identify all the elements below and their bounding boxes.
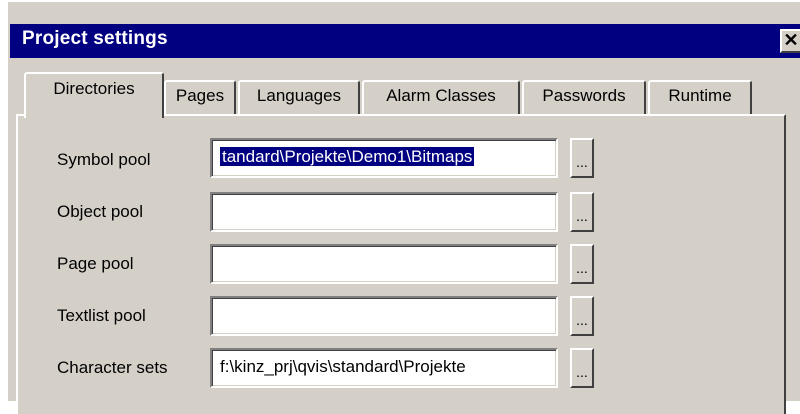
page-pool-field[interactable] bbox=[210, 244, 558, 284]
tab-strip: Directories Pages Languages Alarm Classe… bbox=[16, 72, 776, 118]
close-button[interactable]: ✕ bbox=[780, 29, 800, 53]
tab-languages[interactable]: Languages bbox=[238, 80, 360, 114]
tab-label: Pages bbox=[175, 86, 225, 105]
page-pool-label: Page pool bbox=[57, 254, 134, 273]
tab-directories[interactable]: Directories bbox=[24, 72, 164, 118]
character-sets-value: f:\kinz_prj\qvis\standard\Projekte bbox=[220, 357, 466, 376]
character-sets-browse-button[interactable]: ... bbox=[570, 348, 594, 388]
ellipsis-icon: ... bbox=[576, 154, 588, 170]
tab-alarm-classes[interactable]: Alarm Classes bbox=[362, 80, 520, 114]
close-icon: ✕ bbox=[783, 30, 799, 50]
symbol-pool-browse-button[interactable]: ... bbox=[570, 138, 594, 178]
tab-pages[interactable]: Pages bbox=[164, 80, 236, 114]
symbol-pool-value: tandard\Projekte\Demo1\Bitmaps bbox=[220, 147, 475, 166]
character-sets-label: Character sets bbox=[57, 358, 168, 377]
ellipsis-icon: ... bbox=[576, 364, 588, 380]
directories-panel: Symbol pool tandard\Projekte\Demo1\Bitma… bbox=[16, 114, 786, 414]
textlist-pool-label: Textlist pool bbox=[57, 306, 146, 325]
tab-label: Directories bbox=[53, 79, 135, 98]
page-pool-browse-button[interactable]: ... bbox=[570, 244, 594, 284]
tab-passwords[interactable]: Passwords bbox=[522, 80, 646, 114]
character-sets-field[interactable]: f:\kinz_prj\qvis\standard\Projekte bbox=[210, 348, 558, 388]
object-pool-browse-button[interactable]: ... bbox=[570, 192, 594, 232]
object-pool-field[interactable] bbox=[210, 192, 558, 232]
tab-label: Runtime bbox=[668, 86, 732, 105]
textlist-pool-browse-button[interactable]: ... bbox=[570, 296, 594, 336]
tab-label: Passwords bbox=[542, 86, 626, 105]
symbol-pool-field[interactable]: tandard\Projekte\Demo1\Bitmaps bbox=[210, 138, 558, 178]
textlist-pool-field[interactable] bbox=[210, 296, 558, 336]
tab-label: Alarm Classes bbox=[386, 86, 496, 105]
dialog-title: Project settings bbox=[22, 28, 168, 49]
ellipsis-icon: ... bbox=[576, 260, 588, 276]
symbol-pool-label: Symbol pool bbox=[57, 150, 151, 169]
ellipsis-icon: ... bbox=[576, 312, 588, 328]
tab-label: Languages bbox=[256, 86, 342, 105]
ellipsis-icon: ... bbox=[576, 208, 588, 224]
object-pool-label: Object pool bbox=[57, 202, 143, 221]
tab-runtime[interactable]: Runtime bbox=[648, 80, 752, 114]
title-bar[interactable]: Project settings ✕ bbox=[10, 24, 800, 58]
